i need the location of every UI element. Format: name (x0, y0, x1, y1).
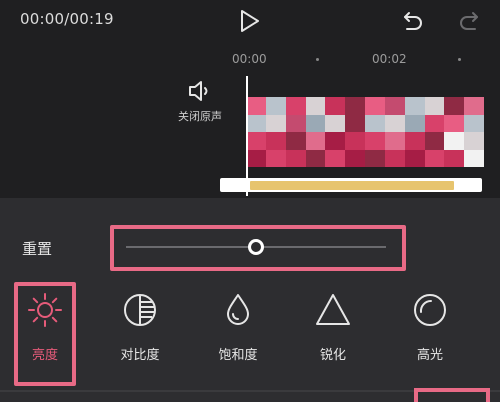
clip-frame-cell (246, 97, 266, 115)
tool-label: 锐化 (319, 348, 346, 363)
clip-frame-cell (464, 97, 484, 115)
brightness-sun-icon (28, 293, 62, 327)
clip-frame-cell (345, 132, 365, 150)
redo-icon[interactable] (456, 8, 482, 34)
tool-saturation[interactable]: 饱和度 (208, 292, 268, 363)
clip-frame-cell (404, 132, 425, 150)
clip-frame-cell (424, 132, 445, 150)
clip-frame-cell (285, 149, 306, 167)
tool-brightness[interactable]: 亮度 (15, 292, 75, 363)
clip-frame-cell (384, 149, 405, 167)
mute-label: 关闭原声 (178, 110, 222, 123)
clip-frame-cell (325, 149, 346, 167)
tool-label: 饱和度 (218, 348, 258, 363)
clip-frame-cell (384, 132, 405, 150)
clip-frame-cell (285, 114, 306, 132)
tool-contrast[interactable]: 对比度 (110, 292, 170, 363)
clip-frame-cell (365, 114, 385, 132)
speaker-icon (189, 81, 208, 101)
clip-frame-cell (424, 114, 445, 132)
tool-highlight[interactable]: 高光 (400, 292, 460, 363)
ruler-label-2s: 00:02 (372, 52, 407, 66)
clip-frame-cell (345, 114, 365, 132)
tool-label: 亮度 (31, 348, 58, 363)
confirm-highlight-box (414, 388, 490, 402)
clip-frame-cell (464, 149, 484, 167)
clip-frame-cell (325, 132, 346, 150)
clip-frame-cell (265, 149, 286, 167)
clip-frame-cell (345, 149, 365, 167)
ruler-tick (458, 58, 461, 61)
clip-frame-cell (246, 132, 266, 150)
contrast-icon (124, 294, 156, 326)
clip-frame-cell (265, 97, 286, 115)
clip-frame-cell (424, 97, 445, 115)
audio-track-fill (250, 181, 454, 190)
clip-frame-cell (404, 149, 425, 167)
mute-original-audio-button[interactable]: 关闭原声 (170, 80, 230, 124)
clip-frame-cell (444, 114, 465, 132)
sharpen-triangle-icon (316, 294, 350, 325)
playhead[interactable] (246, 76, 248, 196)
clip-frame-cell (265, 114, 286, 132)
clip-frame-cell (384, 97, 405, 115)
ruler-label-start: 00:00 (232, 52, 267, 66)
clip-frame-cell (246, 149, 266, 167)
adjust-slider-thumb[interactable] (248, 239, 264, 255)
tool-label: 高光 (416, 348, 443, 363)
clip-frame-cell (444, 149, 465, 167)
ruler-tick (316, 58, 319, 61)
clip-frame-cell (325, 114, 346, 132)
clip-frame-cell (464, 132, 484, 150)
clip-frame-cell (464, 114, 484, 132)
saturation-drop-icon (227, 294, 249, 325)
clip-frame-cell (424, 149, 445, 167)
clip-frame-cell (246, 114, 266, 132)
clip-frame-cell (365, 149, 385, 167)
clip-frame-cell (345, 97, 365, 115)
clip-frame-cell (285, 132, 306, 150)
highlight-circle-icon (414, 294, 446, 326)
clip-frame-cell (265, 132, 286, 150)
video-clip-thumbnails[interactable] (246, 97, 484, 167)
timecode: 00:00/00:19 (20, 10, 114, 28)
play-icon[interactable] (236, 8, 262, 34)
clip-frame-cell (325, 97, 346, 115)
clip-frame-cell (305, 132, 326, 150)
clip-frame-cell (404, 97, 425, 115)
tool-sharpen[interactable]: 锐化 (303, 292, 363, 363)
top-bar: 00:00/00:19 (0, 0, 500, 42)
clip-frame-cell (404, 114, 425, 132)
clip-frame-cell (365, 132, 385, 150)
undo-icon[interactable] (400, 8, 426, 34)
clip-frame-cell (365, 97, 385, 115)
clip-frame-cell (305, 149, 326, 167)
tool-label: 对比度 (120, 348, 160, 363)
clip-frame-cell (305, 114, 326, 132)
reset-button[interactable]: 重置 (22, 238, 52, 259)
clip-frame-cell (305, 97, 326, 115)
clip-frame-cell (285, 97, 306, 115)
clip-frame-cell (384, 114, 405, 132)
clip-frame-cell (444, 132, 465, 150)
clip-frame-cell (444, 97, 465, 115)
